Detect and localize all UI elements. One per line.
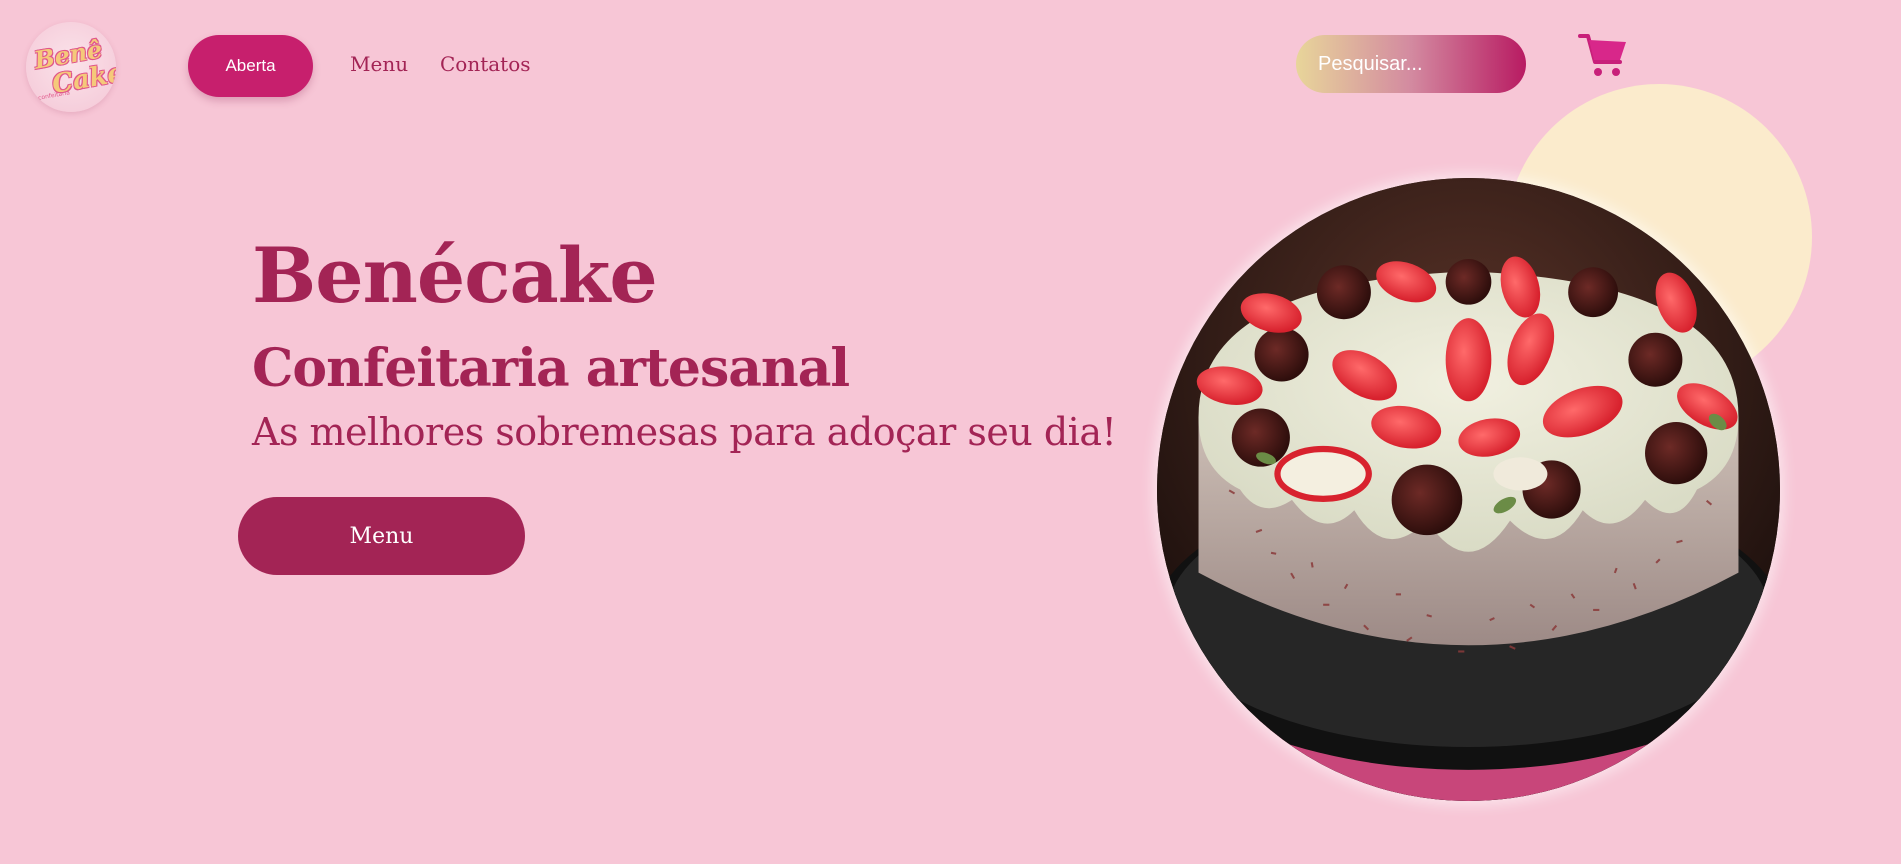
nav-link-contatos[interactable]: Contatos: [440, 52, 531, 76]
search-input[interactable]: [1296, 35, 1526, 93]
hero-title: Benécake: [252, 231, 658, 320]
cake-illustration: [1157, 178, 1780, 801]
open-status-button[interactable]: Aberta: [188, 35, 313, 97]
shopping-cart-icon[interactable]: [1578, 32, 1628, 80]
nav-link-menu[interactable]: Menu: [350, 52, 408, 76]
menu-button[interactable]: Menu: [238, 497, 525, 575]
hero-subtitle: Confeitaria artesanal: [252, 338, 850, 399]
hero-tagline: As melhores sobremesas para adoçar seu d…: [252, 410, 1117, 454]
logo[interactable]: Benê Cake confeitaria: [26, 22, 116, 112]
logo-tagline: confeitaria: [37, 89, 71, 102]
cake-image: [1157, 178, 1780, 801]
